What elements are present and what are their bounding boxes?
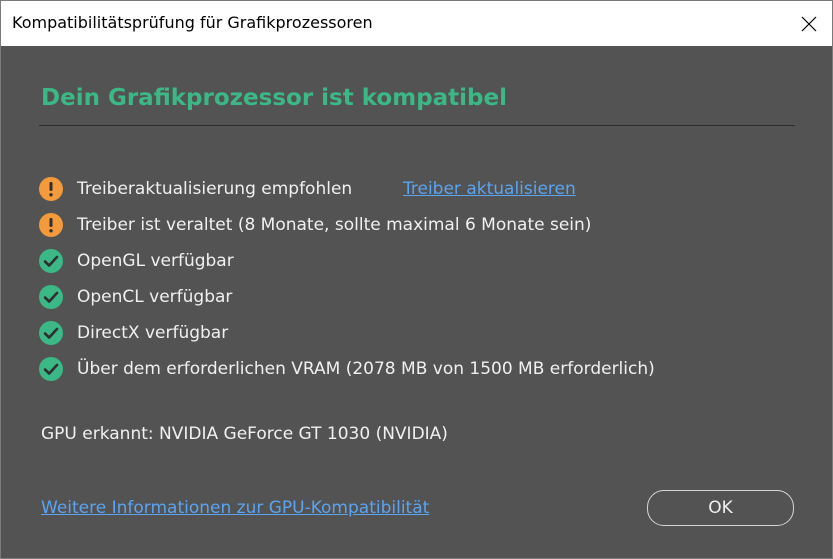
update-driver-link[interactable]: Treiber aktualisieren [403, 179, 576, 199]
heading-divider [39, 125, 795, 126]
check-item-label: DirectX verfügbar [77, 323, 229, 343]
ok-button[interactable]: OK [647, 490, 794, 526]
checkmark-icon [39, 321, 63, 345]
gpu-compatibility-dialog: Kompatibilitätsprüfung für Grafikprozess… [0, 0, 833, 559]
check-list: Treiberaktualisierung empfohlen Treiber … [39, 171, 799, 387]
check-item-label: Treiber ist veraltet (8 Monate, sollte m… [77, 215, 592, 235]
check-item-label: OpenGL verfügbar [77, 251, 234, 271]
check-item-driver-update: Treiberaktualisierung empfohlen Treiber … [39, 171, 799, 207]
check-item-driver-age: Treiber ist veraltet (8 Monate, sollte m… [39, 207, 799, 243]
window-title: Kompatibilitätsprüfung für Grafikprozess… [12, 13, 373, 32]
check-item-label: OpenCL verfügbar [77, 287, 233, 307]
checkmark-icon [39, 249, 63, 273]
warning-icon [39, 213, 63, 237]
checkmark-icon [39, 285, 63, 309]
dialog-content: Dein Grafikprozessor ist kompatibel Trei… [1, 46, 832, 558]
warning-icon [39, 177, 63, 201]
check-item-vram: Über dem erforderlichen VRAM (2078 MB vo… [39, 351, 799, 387]
check-item-opengl: OpenGL verfügbar [39, 243, 799, 279]
close-icon [801, 16, 817, 31]
close-button[interactable] [786, 1, 832, 46]
check-item-opencl: OpenCL verfügbar [39, 279, 799, 315]
checkmark-icon [39, 357, 63, 381]
result-heading: Dein Grafikprozessor ist kompatibel [41, 85, 507, 111]
check-item-label: Über dem erforderlichen VRAM (2078 MB vo… [77, 359, 655, 379]
gpu-detected-text: GPU erkannt: NVIDIA GeForce GT 1030 (NVI… [41, 424, 448, 444]
check-item-label: Treiberaktualisierung empfohlen [77, 179, 353, 199]
check-item-directx: DirectX verfügbar [39, 315, 799, 351]
gpu-compatibility-info-link[interactable]: Weitere Informationen zur GPU-Kompatibil… [41, 498, 429, 518]
title-bar: Kompatibilitätsprüfung für Grafikprozess… [1, 1, 832, 46]
